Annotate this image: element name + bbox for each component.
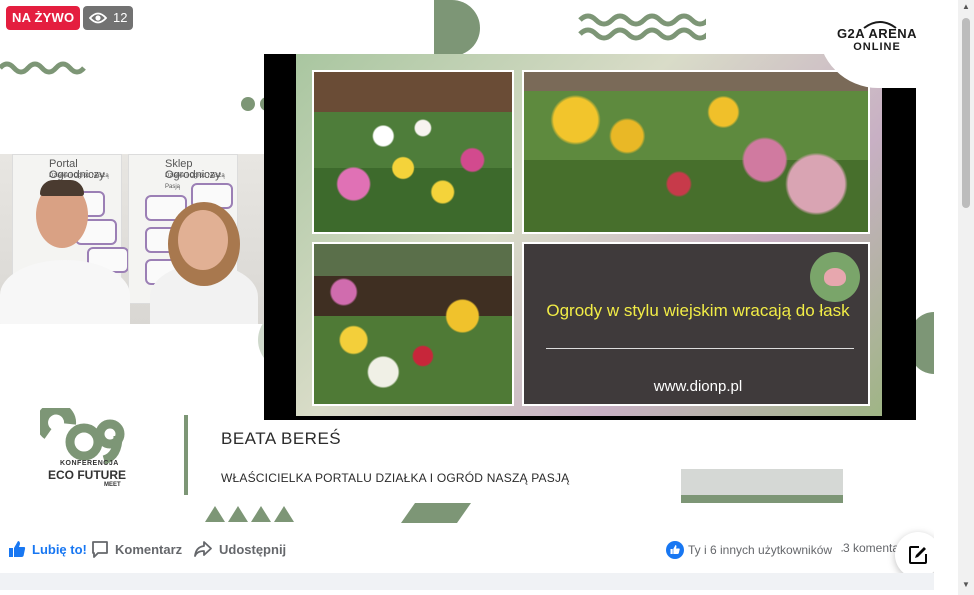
thumbs-up-icon bbox=[9, 541, 26, 557]
garden-photo-2 bbox=[522, 70, 870, 234]
presentation-slide: Ogrody w stylu wiejskim wracają do łask … bbox=[264, 54, 916, 420]
garden-photo-1 bbox=[312, 70, 514, 234]
speaker-male-hair bbox=[40, 180, 84, 196]
eco-future-logo-icon bbox=[36, 402, 125, 465]
compose-edit-icon bbox=[909, 546, 927, 564]
decor-dot bbox=[241, 97, 255, 111]
slide-title-card: Ogrody w stylu wiejskim wracają do łask … bbox=[522, 242, 870, 406]
speaker-role: WŁAŚCICIELKA PORTALU DZIAŁKA I OGRÓD NAS… bbox=[221, 471, 570, 485]
speaker-female-head bbox=[178, 210, 228, 270]
reactions-summary[interactable]: Ty i 6 innych użytkowników · bbox=[666, 541, 844, 559]
live-badge: NA ŻYWO bbox=[6, 6, 81, 30]
share-arrow-icon bbox=[194, 541, 212, 557]
right-gutter bbox=[934, 0, 958, 595]
swoosh-icon bbox=[863, 21, 897, 29]
like-button[interactable]: Lubię to! bbox=[8, 540, 87, 558]
viewer-count: 12 bbox=[113, 10, 128, 25]
like-reaction-icon bbox=[666, 541, 684, 559]
decor-wave-left bbox=[0, 61, 86, 75]
slide-url: www.dionp.pl bbox=[653, 378, 743, 395]
dionp-logo-icon bbox=[810, 252, 860, 302]
share-label: Udostępnij bbox=[219, 541, 287, 557]
speaker-male bbox=[0, 260, 130, 324]
decor-half-circle-top bbox=[434, 0, 480, 56]
next-post-edge bbox=[0, 590, 934, 595]
slide-title: Ogrody w stylu wiejskim wracają do łask bbox=[546, 301, 850, 320]
share-button[interactable]: Udostępnij bbox=[193, 540, 286, 558]
post-action-bar: Lubię to! Komentarz Udostępnij Ty i 6 in… bbox=[0, 525, 934, 573]
scroll-up-icon[interactable]: ▲ bbox=[961, 2, 971, 12]
event-logo-line2: ECO FUTURE bbox=[48, 468, 126, 482]
webcam-feed: Portal Ogrodniczy Działka i Ogród Naszą … bbox=[0, 154, 264, 324]
decor-parallelogram bbox=[400, 503, 472, 523]
reactions-text: Ty i 6 innych użytkowników bbox=[688, 543, 833, 557]
viewer-count-badge: 12 bbox=[83, 6, 133, 30]
scroll-down-icon[interactable]: ▼ bbox=[961, 580, 971, 590]
facebook-live-post: Portal Ogrodniczy Działka i Ogród Naszą … bbox=[0, 0, 974, 595]
page-scrollbar[interactable]: ▲ ▼ bbox=[958, 0, 974, 595]
slide-divider bbox=[546, 348, 854, 349]
live-video-player[interactable]: Portal Ogrodniczy Działka i Ogród Naszą … bbox=[0, 0, 934, 525]
decor-triangles bbox=[205, 506, 294, 522]
comment-bubble-icon bbox=[92, 541, 108, 558]
eye-icon bbox=[89, 12, 107, 24]
comment-button[interactable]: Komentarz bbox=[91, 540, 182, 558]
decor-bar bbox=[681, 469, 843, 503]
channel-logo-line2: ONLINE bbox=[853, 41, 901, 53]
speaker-name: BEATA BEREŚ bbox=[221, 429, 342, 448]
like-label: Lubię to! bbox=[32, 541, 87, 557]
event-logo-line3: MEET bbox=[104, 482, 121, 488]
event-logo-line1: KONFERENCJA bbox=[60, 460, 119, 467]
event-logo: KONFERENCJA ECO FUTURE MEET bbox=[36, 402, 130, 488]
scrollbar-thumb[interactable] bbox=[962, 18, 970, 208]
comment-label: Komentarz bbox=[115, 541, 183, 557]
slide-background: Ogrody w stylu wiejskim wracają do łask … bbox=[296, 54, 882, 416]
decor-wave-top bbox=[578, 13, 706, 41]
garden-photo-3 bbox=[312, 242, 514, 406]
lower-third-divider bbox=[184, 415, 188, 495]
